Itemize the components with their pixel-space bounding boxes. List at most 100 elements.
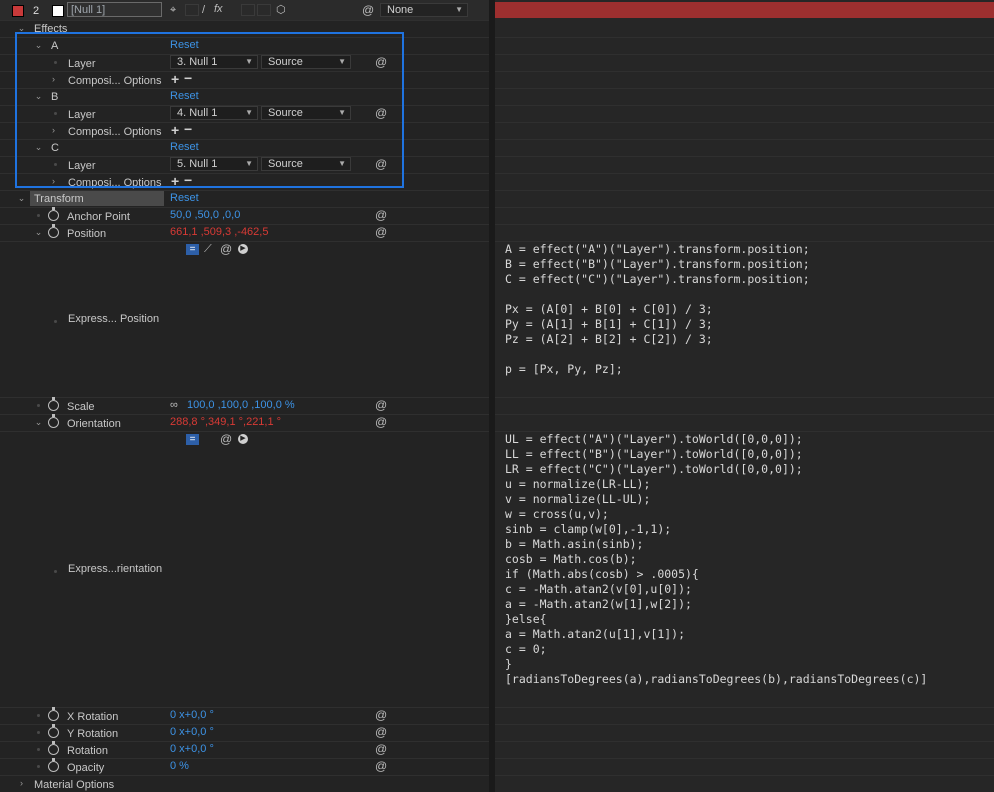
track-row bbox=[495, 156, 994, 174]
parent-pickwhip-icon[interactable]: @ bbox=[362, 4, 374, 16]
transform-group-row[interactable]: ⌄ Transform Reset bbox=[0, 190, 489, 208]
opacity-row: Opacity 0 % @ bbox=[0, 758, 489, 776]
pickwhip-icon[interactable]: @ bbox=[375, 743, 387, 755]
chevron-down-icon[interactable]: ⌄ bbox=[16, 193, 27, 204]
pickwhip-icon[interactable]: @ bbox=[375, 399, 387, 411]
enable-expression-icon[interactable]: = bbox=[186, 434, 199, 445]
pickwhip-icon[interactable]: @ bbox=[375, 416, 387, 428]
track-row bbox=[495, 139, 994, 157]
layer-row[interactable]: 2 [Null 1] ⌖ / fx ⬡ @ None ▼ bbox=[0, 0, 489, 21]
pickwhip-icon[interactable]: @ bbox=[375, 760, 387, 772]
chevron-down-icon[interactable]: ⌄ bbox=[33, 417, 44, 428]
track-row bbox=[495, 122, 994, 140]
bullet bbox=[37, 731, 40, 734]
track-row bbox=[495, 190, 994, 208]
track-row bbox=[495, 224, 994, 242]
link-icon[interactable]: ∞ bbox=[170, 399, 178, 411]
orientation-value[interactable]: 288,8 °,349,1 °,221,1 ° bbox=[170, 416, 281, 428]
stopwatch-icon[interactable] bbox=[48, 724, 59, 738]
opacity-value[interactable]: 0 % bbox=[170, 760, 189, 772]
highlight-box bbox=[15, 32, 404, 188]
quality-icon[interactable]: / bbox=[202, 4, 205, 16]
property-label: Anchor Point bbox=[67, 211, 130, 223]
layer-duration-bar[interactable] bbox=[495, 2, 994, 18]
bullet bbox=[37, 404, 40, 407]
property-label: Opacity bbox=[67, 762, 105, 774]
track-row bbox=[495, 775, 994, 792]
expression-pickwhip-icon[interactable]: @ bbox=[220, 243, 232, 255]
shy-icon[interactable]: ⌖ bbox=[170, 4, 176, 16]
position-expression-code[interactable]: A = effect("A")("Layer").transform.posit… bbox=[505, 242, 810, 377]
3d-layer-icon[interactable]: ⬡ bbox=[276, 4, 286, 16]
track-row bbox=[495, 207, 994, 225]
stopwatch-icon[interactable] bbox=[48, 758, 59, 772]
timeline-panel: 2 [Null 1] ⌖ / fx ⬡ @ None ▼ ⌄ Effects ⌄ bbox=[0, 0, 994, 792]
layer-type-swatch bbox=[52, 5, 64, 17]
track-row bbox=[495, 414, 994, 432]
track-row bbox=[495, 397, 994, 415]
y-rotation-row: Y Rotation 0 x+0,0 ° @ bbox=[0, 724, 489, 742]
stopwatch-icon[interactable] bbox=[48, 397, 59, 411]
layer-label-color[interactable] bbox=[12, 5, 24, 17]
orientation-row: ⌄ Orientation 288,8 °,349,1 °,221,1 ° @ bbox=[0, 414, 489, 432]
position-expression-editor[interactable]: A = effect("A")("Layer").transform.posit… bbox=[495, 241, 994, 398]
chevron-down-icon: ▼ bbox=[455, 5, 463, 14]
stopwatch-icon[interactable] bbox=[48, 741, 59, 755]
track-row bbox=[495, 54, 994, 72]
property-label: X Rotation bbox=[67, 711, 119, 723]
orientation-expression-editor[interactable]: UL = effect("A")("Layer").toWorld([0,0,0… bbox=[495, 431, 994, 708]
pickwhip-icon[interactable]: @ bbox=[375, 709, 387, 721]
scale-value[interactable]: 100,0 ,100,0 ,100,0 % bbox=[187, 399, 295, 411]
anchor-point-row: Anchor Point 50,0 ,50,0 ,0,0 @ bbox=[0, 207, 489, 225]
bullet bbox=[37, 214, 40, 217]
language-menu-icon[interactable]: ▶ bbox=[238, 434, 248, 444]
track-row bbox=[495, 71, 994, 89]
bullet bbox=[37, 748, 40, 751]
material-options-row[interactable]: › Material Options bbox=[0, 775, 489, 792]
position-row: ⌄ Position 661,1 ,509,3 ,-462,5 @ bbox=[0, 224, 489, 242]
position-value[interactable]: 661,1 ,509,3 ,-462,5 bbox=[170, 226, 268, 238]
layer-name-field[interactable]: [Null 1] bbox=[67, 2, 162, 17]
pickwhip-icon[interactable]: @ bbox=[375, 726, 387, 738]
scale-row: Scale ∞ 100,0 ,100,0 ,100,0 % @ bbox=[0, 397, 489, 415]
track-row bbox=[495, 707, 994, 725]
fx-icon[interactable]: fx bbox=[214, 3, 223, 15]
bullet bbox=[37, 765, 40, 768]
position-expression-row: = ⟋ @ ▶ Express... Position bbox=[0, 241, 489, 398]
pickwhip-icon[interactable]: @ bbox=[375, 209, 387, 221]
collapse-switch[interactable] bbox=[185, 4, 199, 16]
bullet bbox=[37, 714, 40, 717]
reset-link[interactable]: Reset bbox=[170, 192, 199, 204]
graph-icon[interactable]: ⟋ bbox=[204, 243, 212, 255]
anchor-point-value[interactable]: 50,0 ,50,0 ,0,0 bbox=[170, 209, 240, 221]
y-rotation-value[interactable]: 0 x+0,0 ° bbox=[170, 726, 214, 738]
motion-blur-switch[interactable] bbox=[241, 4, 255, 16]
bullet bbox=[54, 570, 57, 573]
adjustment-switch[interactable] bbox=[257, 4, 271, 16]
stopwatch-icon[interactable] bbox=[48, 414, 59, 428]
expression-pickwhip-icon[interactable]: @ bbox=[220, 433, 232, 445]
stopwatch-icon[interactable] bbox=[48, 707, 59, 721]
parent-dropdown[interactable]: None ▼ bbox=[380, 3, 468, 17]
track-row bbox=[495, 88, 994, 106]
property-label: Y Rotation bbox=[67, 728, 119, 740]
language-menu-icon[interactable]: ▶ bbox=[238, 244, 248, 254]
x-rotation-value[interactable]: 0 x+0,0 ° bbox=[170, 709, 214, 721]
chevron-right-icon[interactable]: › bbox=[16, 778, 27, 789]
expression-label: Express... Position bbox=[68, 313, 160, 325]
chevron-down-icon[interactable]: ⌄ bbox=[33, 227, 44, 238]
stopwatch-icon[interactable] bbox=[48, 207, 59, 221]
expression-label: Express...rientation bbox=[68, 563, 163, 575]
x-rotation-row: X Rotation 0 x+0,0 ° @ bbox=[0, 707, 489, 725]
stopwatch-icon[interactable] bbox=[48, 224, 59, 238]
track-row bbox=[495, 37, 994, 55]
pickwhip-icon[interactable]: @ bbox=[375, 226, 387, 238]
orientation-expression-code[interactable]: UL = effect("A")("Layer").toWorld([0,0,0… bbox=[505, 432, 927, 687]
track-row bbox=[495, 20, 994, 38]
enable-expression-icon[interactable]: = bbox=[186, 244, 199, 255]
rotation-value[interactable]: 0 x+0,0 ° bbox=[170, 743, 214, 755]
property-label: Orientation bbox=[67, 418, 121, 430]
timeline-graph-pane: A = effect("A")("Layer").transform.posit… bbox=[495, 0, 994, 792]
track-row bbox=[495, 105, 994, 123]
rotation-row: Rotation 0 x+0,0 ° @ bbox=[0, 741, 489, 759]
